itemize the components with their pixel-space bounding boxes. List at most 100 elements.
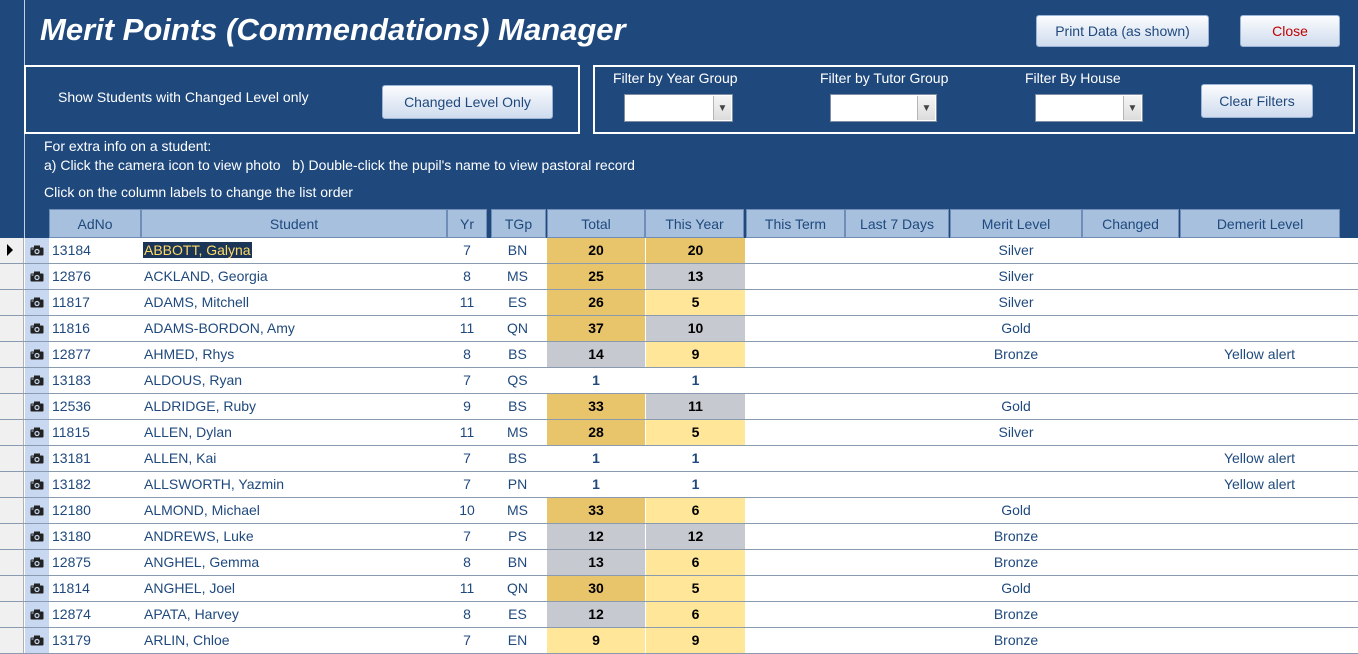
- record-selector[interactable]: [0, 524, 24, 549]
- table-row[interactable]: 11815 ALLEN, Dylan 11 MS 28 5 Silver: [0, 420, 1358, 446]
- cell-student-name[interactable]: ALLSWORTH, Yazmin: [143, 472, 443, 497]
- camera-icon[interactable]: [25, 472, 49, 497]
- column-header-student[interactable]: Student: [141, 209, 447, 238]
- record-selector[interactable]: [0, 472, 24, 497]
- column-header-yr[interactable]: Yr: [447, 209, 487, 238]
- student-name-text[interactable]: ARLIN, Chloe: [143, 632, 231, 648]
- cell-student-name[interactable]: ALDOUS, Ryan: [143, 368, 443, 393]
- record-selector[interactable]: [0, 238, 24, 263]
- cell-student-name[interactable]: ALLEN, Kai: [143, 446, 443, 471]
- record-selector[interactable]: [0, 446, 24, 471]
- student-name-text[interactable]: ALLEN, Kai: [143, 450, 217, 466]
- student-name-text[interactable]: ANGHEL, Joel: [143, 580, 236, 596]
- camera-icon[interactable]: [25, 290, 49, 315]
- table-row[interactable]: 12536 ALDRIDGE, Ruby 9 BS 33 11 Gold: [0, 394, 1358, 420]
- column-header-changed[interactable]: Changed: [1082, 209, 1179, 238]
- camera-icon[interactable]: [25, 394, 49, 419]
- record-selector[interactable]: [0, 264, 24, 289]
- cell-student-name[interactable]: ADAMS, Mitchell: [143, 290, 443, 315]
- record-selector[interactable]: [0, 290, 24, 315]
- camera-icon[interactable]: [25, 550, 49, 575]
- cell-student-name[interactable]: AHMED, Rhys: [143, 342, 443, 367]
- cell-student-name[interactable]: ACKLAND, Georgia: [143, 264, 443, 289]
- record-selector[interactable]: [0, 316, 24, 341]
- cell-student-name[interactable]: ANGHEL, Joel: [143, 576, 443, 601]
- student-name-text[interactable]: ANGHEL, Gemma: [143, 554, 260, 570]
- table-row[interactable]: 13182 ALLSWORTH, Yazmin 7 PN 1 1 Yellow alert: [0, 472, 1358, 498]
- student-name-text[interactable]: ALDRIDGE, Ruby: [143, 398, 257, 414]
- clear-filters-button[interactable]: Clear Filters: [1201, 84, 1313, 118]
- student-name-text[interactable]: ABBOTT, Galyna: [143, 242, 252, 258]
- chevron-down-icon[interactable]: ▼: [713, 96, 731, 120]
- close-button[interactable]: Close: [1240, 15, 1340, 47]
- table-row[interactable]: 12877 AHMED, Rhys 8 BS 14 9 Bronze Yellow alert: [0, 342, 1358, 368]
- table-row[interactable]: 13180 ANDREWS, Luke 7 PS 12 12 Bronze: [0, 524, 1358, 550]
- table-row[interactable]: 11817 ADAMS, Mitchell 11 ES 26 5 Silver: [0, 290, 1358, 316]
- record-selector[interactable]: [0, 368, 24, 393]
- cell-student-name[interactable]: APATA, Harvey: [143, 602, 443, 627]
- record-selector[interactable]: [0, 420, 24, 445]
- record-selector[interactable]: [0, 550, 24, 575]
- student-name-text[interactable]: ALLSWORTH, Yazmin: [143, 476, 285, 492]
- column-header-this-term[interactable]: This Term: [746, 209, 845, 238]
- cell-student-name[interactable]: ABBOTT, Galyna: [143, 238, 443, 263]
- column-header-demerit-level[interactable]: Demerit Level: [1180, 209, 1340, 238]
- student-name-text[interactable]: AHMED, Rhys: [143, 346, 235, 362]
- record-selector[interactable]: [0, 394, 24, 419]
- student-name-text[interactable]: ALMOND, Michael: [143, 502, 261, 518]
- cell-student-name[interactable]: ANDREWS, Luke: [143, 524, 443, 549]
- print-data-button[interactable]: Print Data (as shown): [1036, 15, 1209, 47]
- cell-student-name[interactable]: ALLEN, Dylan: [143, 420, 443, 445]
- cell-student-name[interactable]: ALMOND, Michael: [143, 498, 443, 523]
- record-selector[interactable]: [0, 576, 24, 601]
- cell-student-name[interactable]: ANGHEL, Gemma: [143, 550, 443, 575]
- table-row[interactable]: 13183 ALDOUS, Ryan 7 QS 1 1: [0, 368, 1358, 394]
- column-header-this-year[interactable]: This Year: [645, 209, 744, 238]
- camera-icon[interactable]: [25, 342, 49, 367]
- column-header-tgp[interactable]: TGp: [491, 209, 546, 238]
- student-name-text[interactable]: ADAMS-BORDON, Amy: [143, 320, 296, 336]
- table-row[interactable]: 11816 ADAMS-BORDON, Amy 11 QN 37 10 Gold: [0, 316, 1358, 342]
- column-header-adno[interactable]: AdNo: [49, 209, 141, 238]
- student-name-text[interactable]: ALDOUS, Ryan: [143, 372, 243, 388]
- camera-icon[interactable]: [25, 576, 49, 601]
- cell-merit-level: [950, 446, 1082, 471]
- camera-icon[interactable]: [25, 498, 49, 523]
- cell-student-name[interactable]: ALDRIDGE, Ruby: [143, 394, 443, 419]
- camera-icon[interactable]: [25, 368, 49, 393]
- table-row[interactable]: 13181 ALLEN, Kai 7 BS 1 1 Yellow alert: [0, 446, 1358, 472]
- column-header-last-7-days[interactable]: Last 7 Days: [845, 209, 949, 238]
- student-name-text[interactable]: ADAMS, Mitchell: [143, 294, 250, 310]
- cell-student-name[interactable]: ADAMS-BORDON, Amy: [143, 316, 443, 341]
- record-selector[interactable]: [0, 498, 24, 523]
- camera-icon[interactable]: [25, 238, 49, 263]
- record-selector[interactable]: [0, 602, 24, 627]
- camera-icon[interactable]: [25, 602, 49, 627]
- camera-icon[interactable]: [25, 524, 49, 549]
- chevron-down-icon[interactable]: ▼: [1123, 96, 1141, 120]
- camera-icon[interactable]: [25, 420, 49, 445]
- student-name-text[interactable]: ACKLAND, Georgia: [143, 268, 269, 284]
- changed-level-only-button[interactable]: Changed Level Only: [382, 85, 553, 119]
- camera-icon[interactable]: [25, 316, 49, 341]
- year-group-filter-select[interactable]: ▼: [624, 94, 733, 122]
- tutor-group-filter-select[interactable]: ▼: [830, 94, 937, 122]
- student-name-text[interactable]: APATA, Harvey: [143, 606, 240, 622]
- table-row[interactable]: 13184 ABBOTT, Galyna 7 BN 20 20 Silver: [0, 238, 1358, 264]
- student-name-text[interactable]: ANDREWS, Luke: [143, 528, 255, 544]
- camera-icon[interactable]: [25, 446, 49, 471]
- table-row[interactable]: 11814 ANGHEL, Joel 11 QN 30 5 Gold: [0, 576, 1358, 602]
- cell-demerit-level: [1180, 524, 1339, 549]
- table-row[interactable]: 13179 ARLIN, Chloe 7 EN 9 9 Bronze: [0, 628, 1358, 654]
- camera-icon[interactable]: [25, 264, 49, 289]
- chevron-down-icon[interactable]: ▼: [917, 96, 935, 120]
- record-selector[interactable]: [0, 342, 24, 367]
- student-name-text[interactable]: ALLEN, Dylan: [143, 424, 233, 440]
- table-row[interactable]: 12876 ACKLAND, Georgia 8 MS 25 13 Silver: [0, 264, 1358, 290]
- table-row[interactable]: 12874 APATA, Harvey 8 ES 12 6 Bronze: [0, 602, 1358, 628]
- table-row[interactable]: 12875 ANGHEL, Gemma 8 BN 13 6 Bronze: [0, 550, 1358, 576]
- table-row[interactable]: 12180 ALMOND, Michael 10 MS 33 6 Gold: [0, 498, 1358, 524]
- column-header-total[interactable]: Total: [547, 209, 645, 238]
- house-filter-select[interactable]: ▼: [1035, 94, 1143, 122]
- column-header-merit-level[interactable]: Merit Level: [950, 209, 1082, 238]
